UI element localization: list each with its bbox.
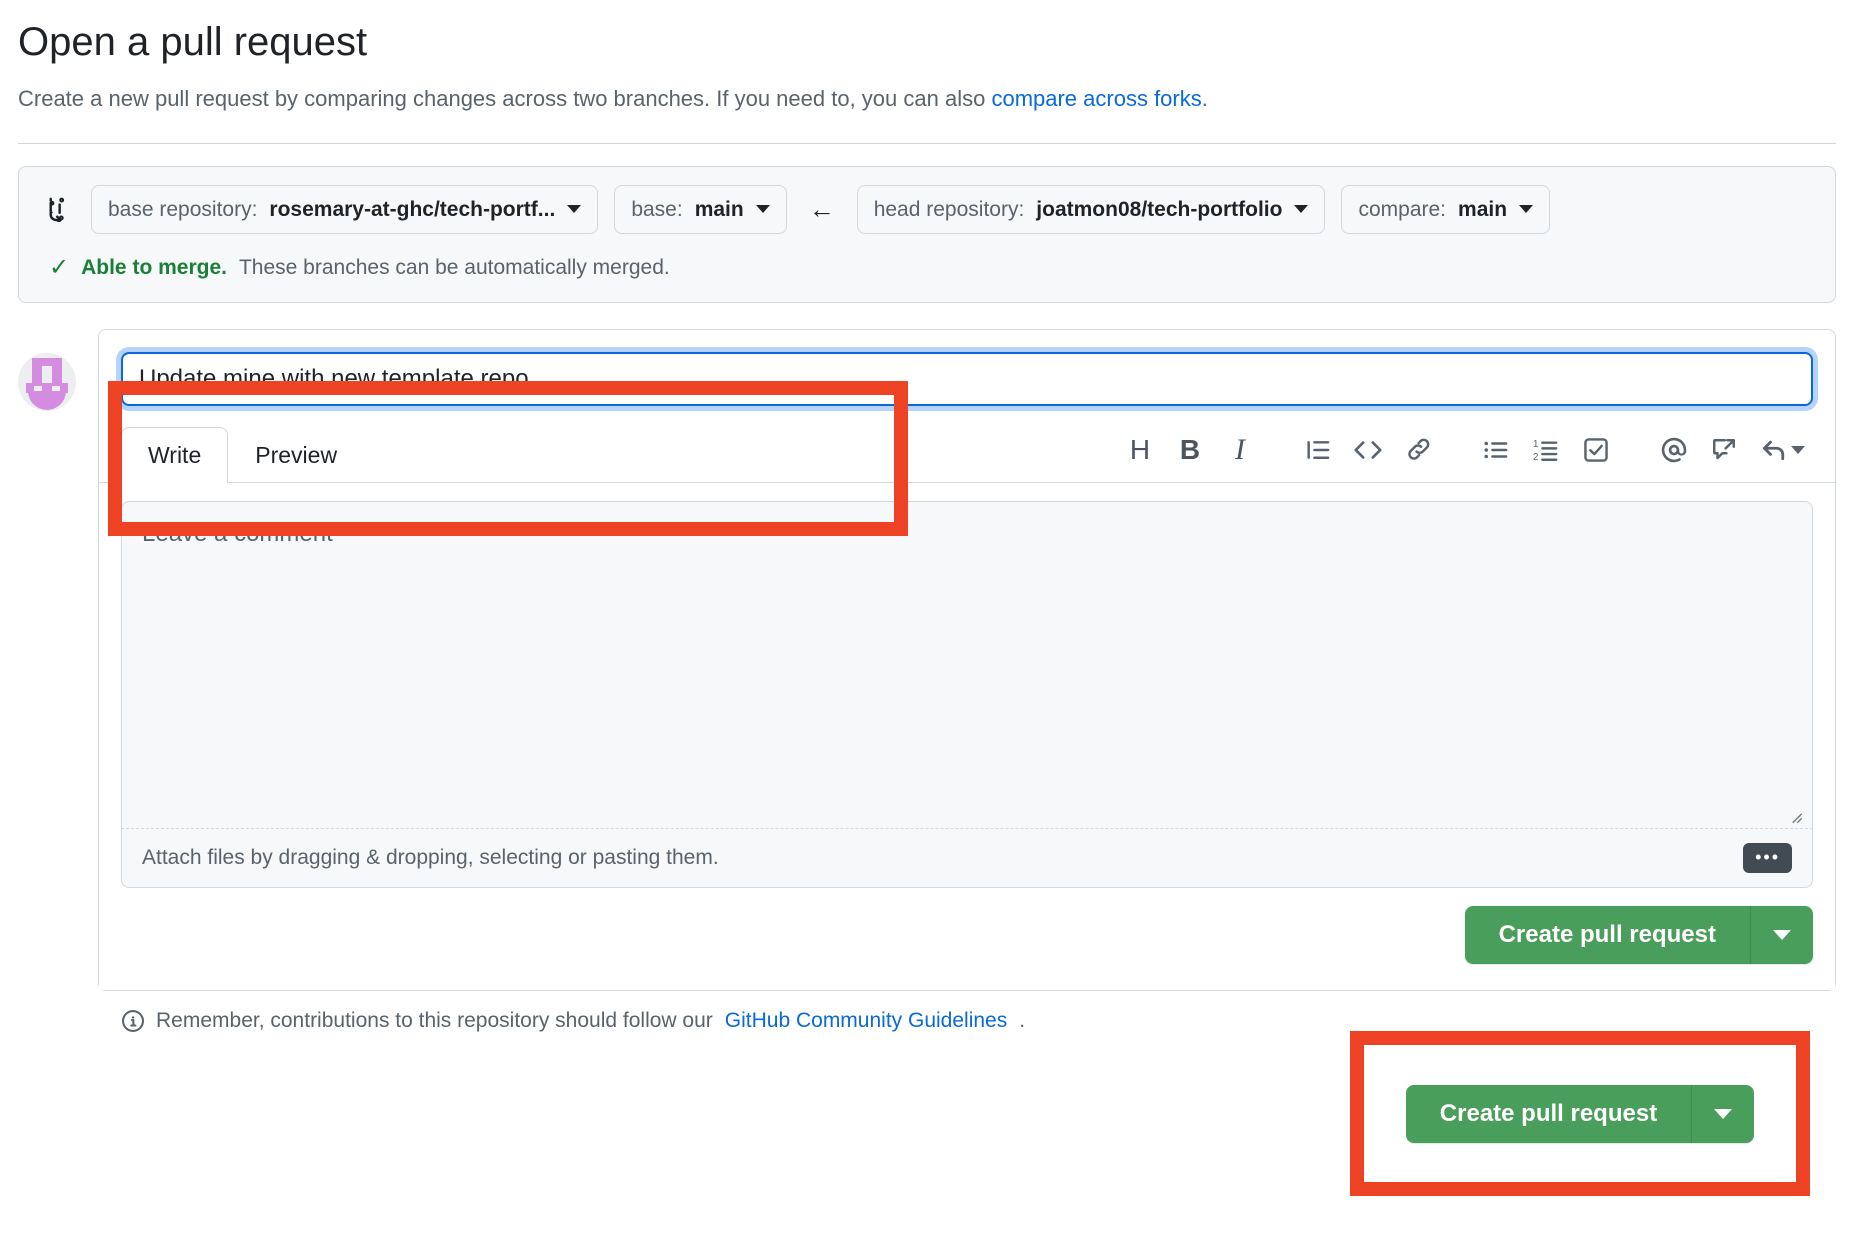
base-repository-value: rosemary-at-ghc/tech-portf...: [269, 197, 556, 221]
pull-request-page: Open a pull request Create a new pull re…: [0, 18, 1854, 1244]
guidelines-text-after: .: [1019, 1008, 1026, 1032]
code-icon[interactable]: [1343, 428, 1393, 472]
branch-selector-row: base repository: rosemary-at-ghc/tech-por…: [41, 184, 1813, 235]
heading-icon[interactable]: H: [1115, 428, 1165, 472]
ordered-list-icon[interactable]: 1 2: [1521, 428, 1571, 472]
merge-status-strong: Able to merge.: [81, 256, 227, 280]
composer-tabs: Write Preview H B I 1 2: [99, 420, 1835, 484]
italic-icon[interactable]: I: [1215, 428, 1265, 472]
base-branch-select[interactable]: base: main: [614, 184, 787, 235]
composer-actions: Create pull request: [99, 887, 1835, 990]
svg-text:1: 1: [1533, 439, 1538, 450]
merge-status-text: These branches can be automatically merg…: [238, 256, 670, 280]
chevron-down-icon: [1519, 205, 1534, 214]
subtitle-text-before: Create a new pull request by comparing c…: [18, 86, 992, 111]
resize-handle[interactable]: [1786, 804, 1804, 824]
unordered-list-icon[interactable]: [1471, 428, 1521, 472]
mention-icon[interactable]: [1649, 428, 1699, 472]
title-field-wrap: [99, 330, 1835, 420]
github-community-guidelines-link[interactable]: GitHub Community Guidelines: [725, 1009, 1007, 1033]
head-repository-select[interactable]: head repository: joatmon08/tech-portfolio: [856, 184, 1326, 235]
tab-preview[interactable]: Preview: [228, 427, 364, 483]
base-branch-label: base:: [631, 197, 683, 221]
create-pull-request-split-button: Create pull request: [1464, 905, 1813, 964]
base-repository-label: base repository:: [108, 197, 258, 221]
create-pull-request-split-button-highlighted: Create pull request: [1405, 1084, 1755, 1143]
bold-icon[interactable]: B: [1165, 428, 1215, 472]
compare-branch-label: compare:: [1358, 197, 1447, 221]
task-list-icon[interactable]: [1571, 428, 1621, 472]
page-title: Open a pull request: [18, 20, 368, 64]
base-repository-select[interactable]: base repository: rosemary-at-ghc/tech-por…: [91, 184, 599, 235]
head-repository-value: joatmon08/tech-portfolio: [1036, 197, 1283, 221]
info-icon: [122, 1009, 144, 1032]
chevron-down-icon[interactable]: [1791, 446, 1805, 455]
tab-write[interactable]: Write: [121, 427, 229, 484]
quote-icon[interactable]: [1293, 428, 1343, 472]
markdown-toolbar: H B I 1 2: [1115, 428, 1813, 482]
comment-textarea[interactable]: Leave a comment: [121, 501, 1813, 830]
merge-status: ✓ Able to merge. These branches can be a…: [41, 256, 1813, 280]
base-branch-value: main: [694, 197, 744, 221]
head-repository-label: head repository:: [873, 197, 1025, 221]
chevron-down-icon: [755, 205, 770, 214]
check-icon: ✓: [49, 254, 70, 282]
chevron-down-icon: [1773, 929, 1791, 940]
link-icon[interactable]: [1393, 428, 1443, 472]
guidelines-text-before: Remember, contributions to this reposito…: [156, 1008, 713, 1032]
compare-branch-select[interactable]: compare: main: [1341, 184, 1551, 235]
create-pull-request-button-highlighted[interactable]: Create pull request: [1405, 1084, 1693, 1143]
attach-files-text: Attach files by dragging & dropping, sel…: [142, 845, 719, 869]
comment-placeholder: Leave a comment: [142, 520, 333, 548]
annotation-create-button-content: Create pull request: [1350, 1031, 1810, 1196]
chevron-down-icon: [567, 205, 582, 214]
composer-body: Leave a comment Attach files by dragging…: [99, 483, 1835, 888]
user-avatar: [18, 353, 76, 412]
heading-glyph: H: [1129, 434, 1151, 466]
markdown-help-button[interactable]: •••: [1743, 843, 1792, 873]
cross-reference-icon[interactable]: [1699, 428, 1749, 472]
compare-branch-value: main: [1458, 197, 1508, 221]
branch-compare-icon: [41, 194, 71, 224]
branch-compare-box: base repository: rosemary-at-ghc/tech-por…: [18, 165, 1836, 304]
chevron-down-icon: [1294, 205, 1309, 214]
compare-direction-arrow-icon: ←: [808, 193, 835, 224]
compare-across-forks-link[interactable]: compare across forks: [991, 86, 1201, 111]
attach-files-bar[interactable]: Attach files by dragging & dropping, sel…: [121, 829, 1813, 888]
community-guidelines-note: Remember, contributions to this reposito…: [122, 1009, 1836, 1033]
create-pull-request-options-button-highlighted[interactable]: [1692, 1084, 1755, 1143]
header-divider: [18, 142, 1836, 144]
chevron-down-icon: [1714, 1108, 1733, 1119]
pull-request-composer: Write Preview H B I: [98, 329, 1836, 991]
italic-glyph: I: [1235, 433, 1245, 467]
bold-glyph: B: [1179, 434, 1201, 466]
svg-text:2: 2: [1533, 452, 1538, 463]
subtitle-text-after: .: [1201, 86, 1208, 111]
create-pull-request-button[interactable]: Create pull request: [1464, 905, 1751, 964]
composer-row: Write Preview H B I: [18, 329, 1836, 991]
pull-request-title-input[interactable]: [121, 352, 1813, 407]
create-pull-request-options-button[interactable]: [1751, 905, 1813, 964]
page-subtitle: Create a new pull request by comparing c…: [18, 84, 1836, 115]
